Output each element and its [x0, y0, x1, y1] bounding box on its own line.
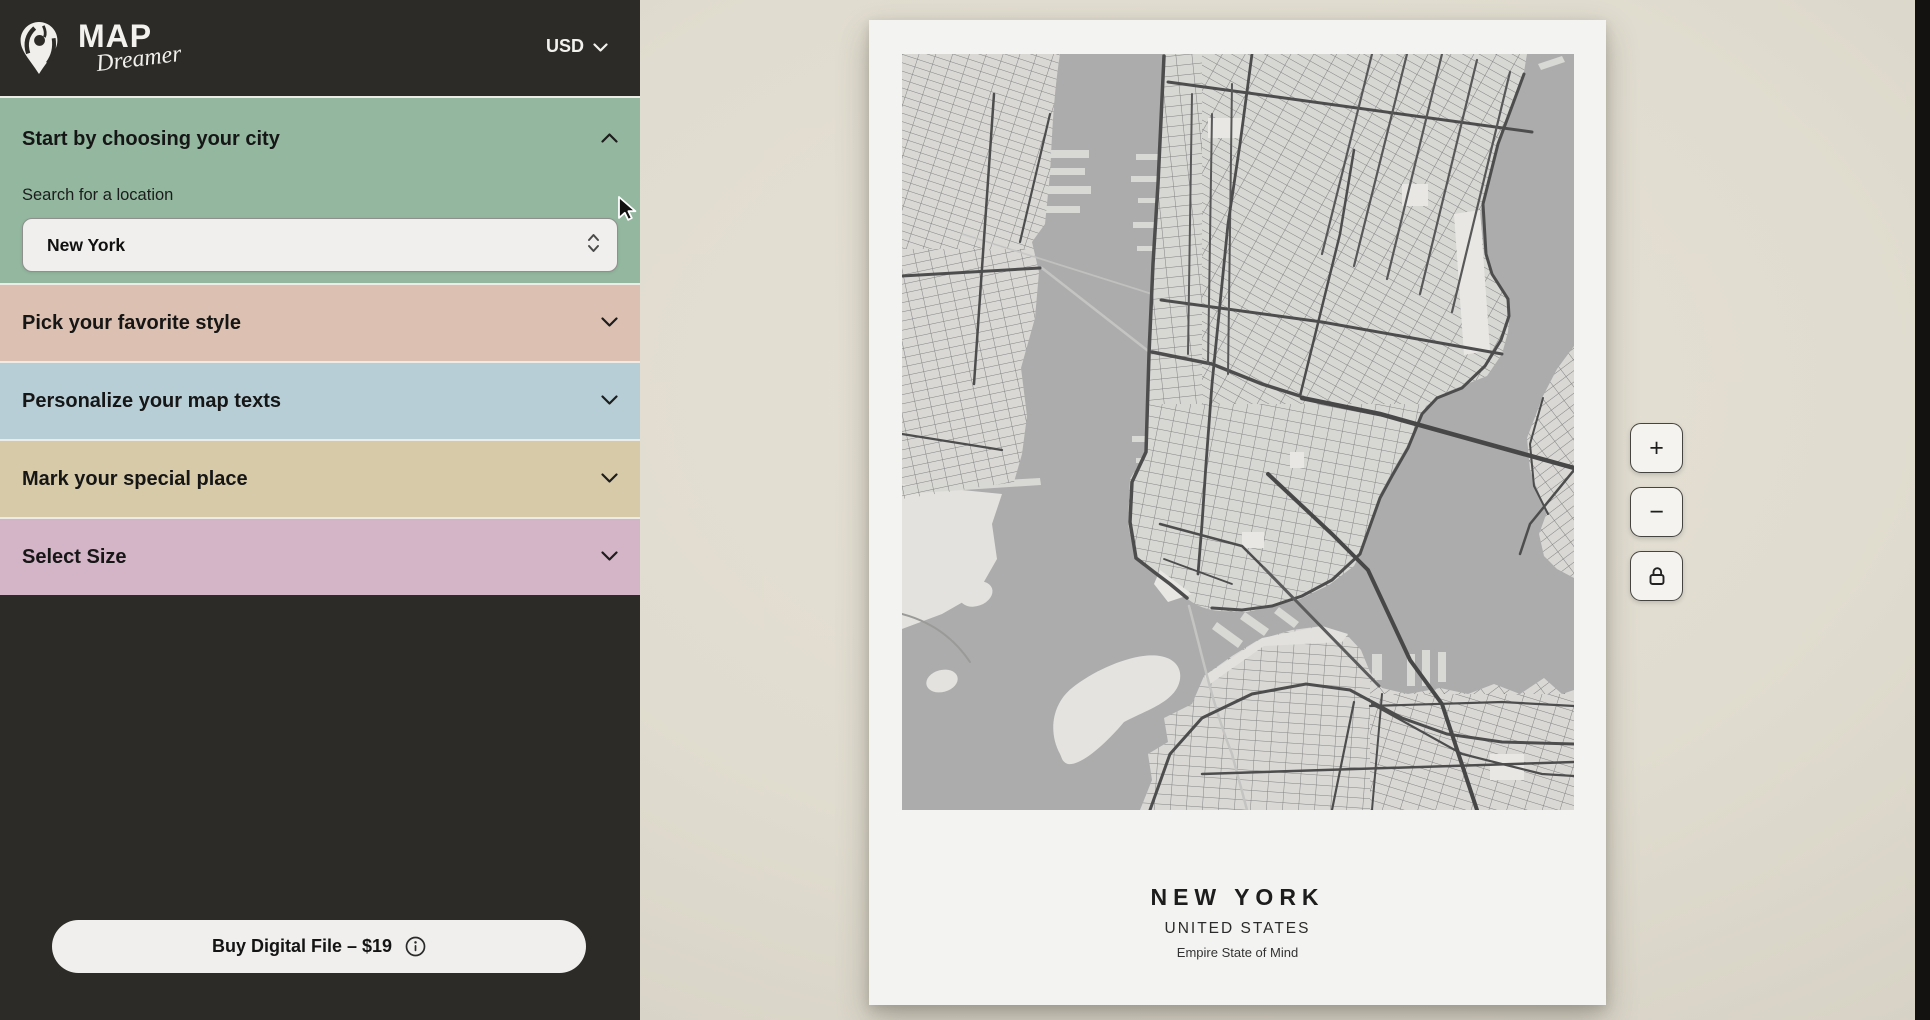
currency-value: USD — [546, 36, 584, 57]
section-mark-place-header[interactable]: Mark your special place — [22, 441, 618, 517]
minus-icon: − — [1649, 498, 1664, 527]
section-title: Personalize your map texts — [22, 390, 281, 413]
chevron-down-icon — [601, 392, 618, 410]
section-title: Select Size — [22, 546, 127, 569]
poster-subtitle: UNITED STATES — [869, 920, 1606, 938]
location-select-value: New York — [47, 235, 125, 256]
zoom-out-button[interactable]: − — [1630, 487, 1683, 537]
currency-selector[interactable]: USD — [546, 36, 608, 57]
window-edge-strip — [1915, 0, 1930, 1020]
chevron-down-icon — [601, 470, 618, 488]
chevron-down-icon — [593, 36, 608, 57]
sidebar: MAP Dreamer USD Start by choosing your c… — [0, 0, 640, 1020]
zoom-in-button[interactable]: + — [1630, 423, 1683, 473]
chevron-down-icon — [601, 314, 618, 332]
map-graphic — [902, 54, 1574, 810]
info-icon — [405, 936, 426, 957]
sidebar-header: MAP Dreamer USD — [0, 0, 640, 96]
section-title: Mark your special place — [22, 468, 248, 491]
map-pin-logo-icon — [20, 22, 58, 79]
chevron-down-icon — [601, 548, 618, 566]
map-canvas[interactable] — [902, 54, 1574, 810]
section-select-size: Select Size — [0, 517, 640, 595]
poster-preview: NEW YORK UNITED STATES Empire State of M… — [869, 20, 1606, 1005]
map-controls: + − — [1630, 423, 1683, 601]
plus-icon: + — [1649, 434, 1664, 463]
buy-digital-file-button[interactable]: Buy Digital File – $19 — [52, 920, 586, 973]
lock-position-button[interactable] — [1630, 551, 1683, 601]
section-title: Pick your favorite style — [22, 312, 241, 335]
select-updown-icon — [586, 232, 601, 259]
chevron-up-icon — [601, 130, 618, 148]
section-personalize-texts-header[interactable]: Personalize your map texts — [22, 363, 618, 439]
location-select[interactable]: New York — [22, 218, 618, 272]
poster-title: NEW YORK — [869, 884, 1606, 911]
buy-button-label: Buy Digital File – $19 — [212, 936, 392, 957]
search-location-label: Search for a location — [22, 186, 618, 205]
section-choose-city-header[interactable]: Start by choosing your city — [22, 98, 618, 170]
section-pick-style-header[interactable]: Pick your favorite style — [22, 285, 618, 361]
section-title: Start by choosing your city — [22, 128, 280, 151]
section-select-size-header[interactable]: Select Size — [22, 519, 618, 595]
map-dreamer-app: MAP Dreamer USD Start by choosing your c… — [0, 0, 1930, 1020]
section-choose-city: Start by choosing your city Search for a… — [0, 96, 640, 283]
poster-caption: NEW YORK UNITED STATES Empire State of M… — [869, 884, 1606, 960]
brand-logo: MAP Dreamer — [20, 18, 240, 82]
section-personalize-texts: Personalize your map texts — [0, 361, 640, 439]
section-mark-place: Mark your special place — [0, 439, 640, 517]
section-pick-style: Pick your favorite style — [0, 283, 640, 361]
poster-tagline: Empire State of Mind — [869, 945, 1606, 960]
unlock-icon — [1646, 565, 1668, 587]
